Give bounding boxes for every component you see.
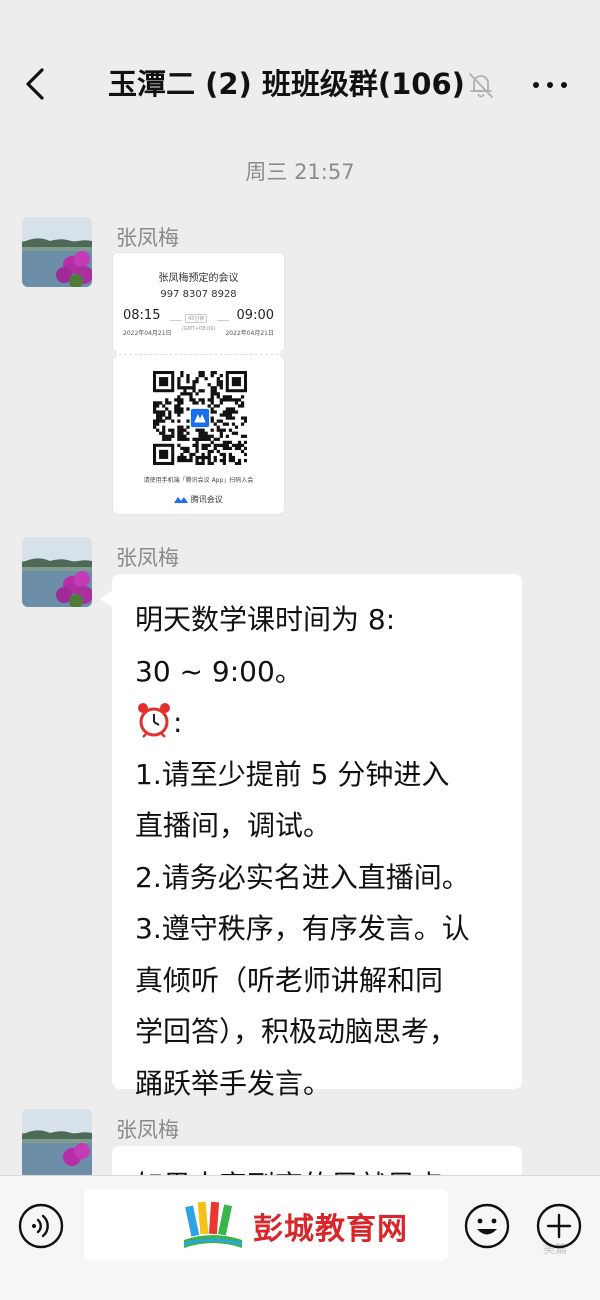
message-line: 3.遵守秩序，有序发言。认 (135, 912, 470, 945)
sender-avatar[interactable] (22, 537, 92, 607)
message-line: 1.请至少提前 5 分钟进入 (135, 757, 450, 791)
tencent-meeting-logo-icon (174, 496, 189, 503)
scan-hint: 请使用手机端「腾讯会议 App」扫码入会 (143, 477, 254, 484)
meeting-duration: 45分钟 (185, 314, 208, 323)
sender-avatar[interactable] (22, 217, 92, 287)
voice-icon[interactable] (17, 1202, 65, 1250)
tencent-meeting-brand: 腾讯会议 (113, 494, 284, 505)
sender-name: 张凤梅 (116, 546, 179, 570)
meeting-title: 张凤梅预定的会议 (158, 273, 239, 284)
sender-name: 张凤梅 (116, 1118, 179, 1142)
ticket-notch (280, 349, 288, 359)
chat-header: 玉潭二 (2) 班班级群(106) (0, 0, 600, 130)
meeting-card[interactable]: 张凤梅预定的会议 997 8307 8928 08:15 45分钟 09:00 … (109, 252, 288, 515)
chat-title: 玉潭二 (2) 班班级群(106) (108, 67, 465, 101)
emoji-icon[interactable] (463, 1202, 511, 1250)
message-line: 2.请务必实名进入直播间。 (135, 860, 470, 894)
message-line: 真倾听（听老师讲解和同 (135, 963, 444, 997)
message-line: 学回答），积极动脑思考， (135, 1015, 458, 1048)
alarm-clock-line: ⏰:: (135, 697, 500, 749)
ticket-notch (109, 349, 117, 359)
book-logo-icon (183, 1201, 243, 1248)
meeting-start-time: 08:15 (123, 308, 161, 323)
message-line: 直播间，调试。 (135, 809, 332, 842)
meeting-end-date: 2022年04月21日 (225, 330, 274, 337)
mute-bell-icon (469, 73, 493, 98)
dashed-separator (119, 354, 278, 355)
more-icon[interactable] (528, 70, 572, 100)
message-line: 踊跃举手发言。 (135, 1066, 332, 1100)
watermark-text: 彭城教育网 (253, 1212, 408, 1247)
sender-name: 张凤梅 (116, 226, 179, 250)
plus-icon[interactable] (535, 1202, 583, 1250)
back-icon[interactable] (18, 64, 58, 104)
divider (217, 320, 229, 321)
alarm-clock-icon (138, 703, 170, 738)
message-line: 30 ~ 9:00。 (135, 654, 303, 688)
qr-code-icon (153, 371, 247, 465)
message-timestamp: 周三 21:57 (245, 160, 355, 184)
meeting-end-time: 09:00 (236, 308, 274, 323)
message-bubble[interactable]: 明天数学课时间为 8: 30 ~ 9:00。 ⏰:: 1.请至少提前 5 分钟进… (112, 574, 522, 1100)
sender-avatar[interactable] (22, 1109, 92, 1179)
brand-label: 腾讯会议 (190, 495, 223, 504)
meeting-id: 997 8307 8928 (160, 289, 237, 300)
divider (170, 320, 182, 321)
message-line: 明天数学课时间为 8: (135, 603, 396, 636)
